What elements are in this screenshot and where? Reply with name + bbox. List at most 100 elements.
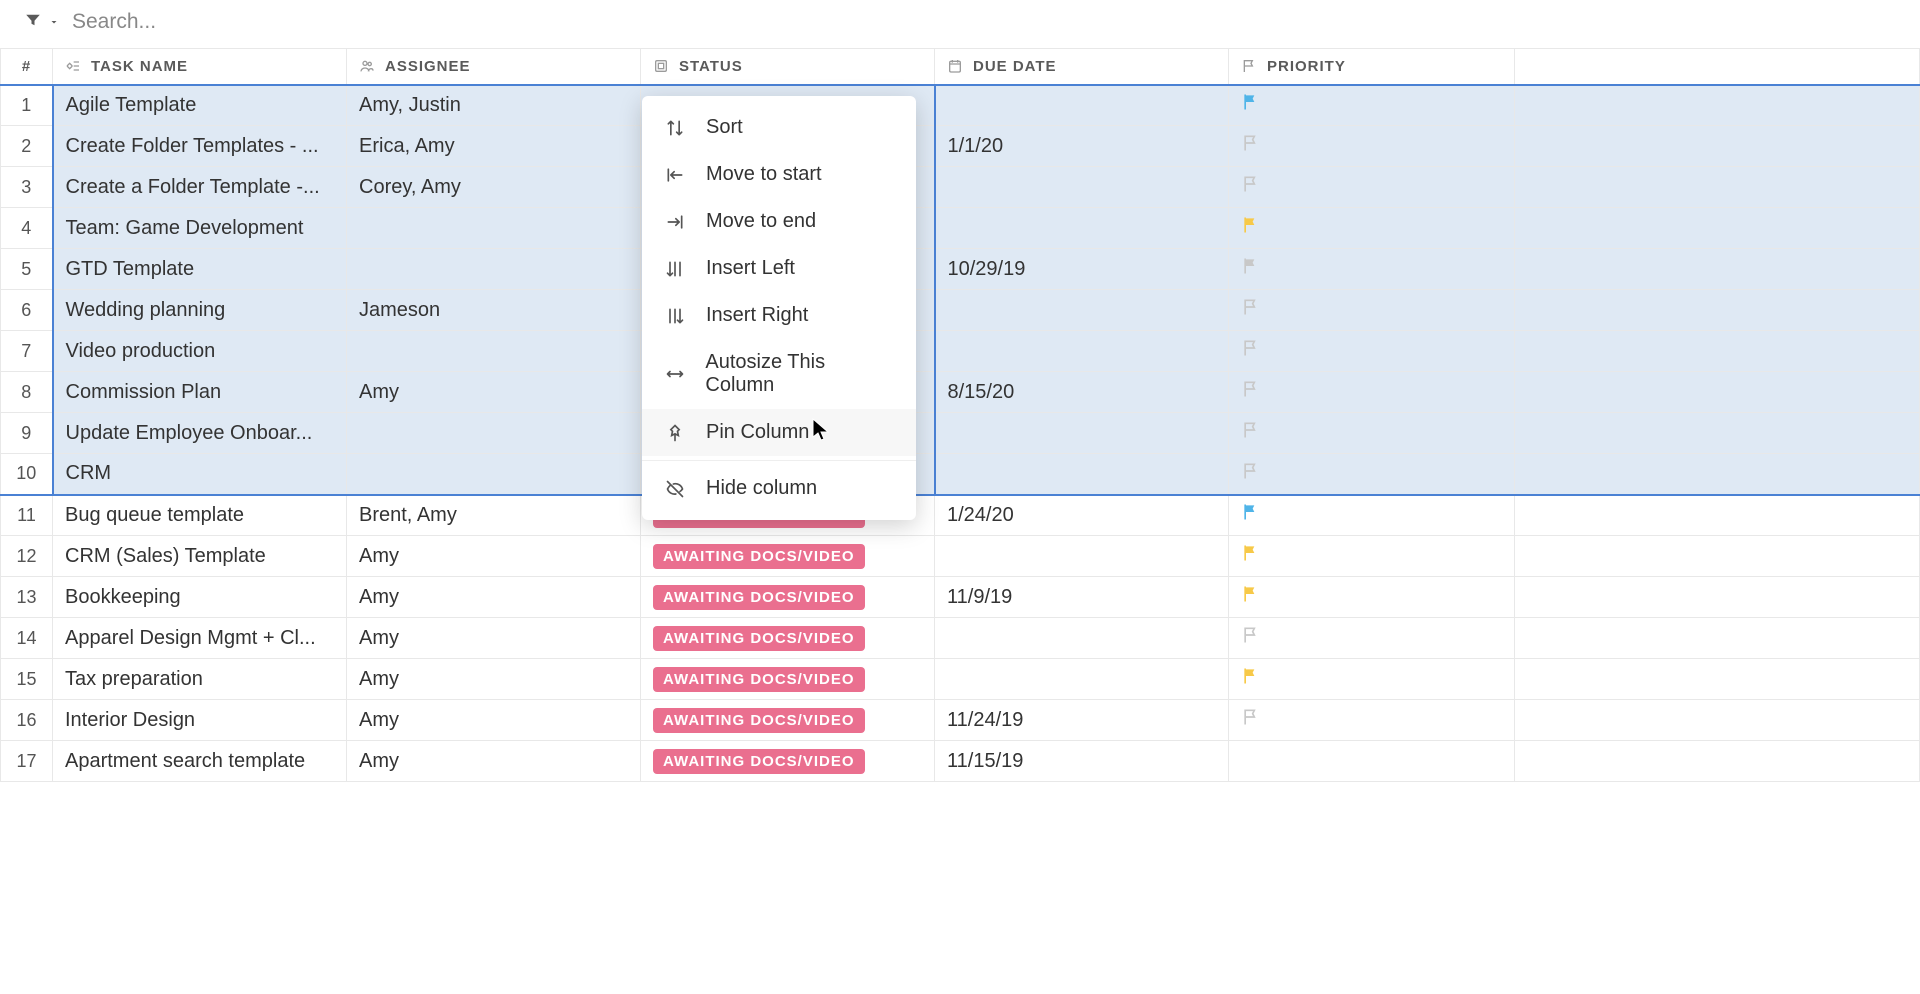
search-input[interactable] <box>72 10 1904 34</box>
row-number[interactable]: 17 <box>1 741 53 782</box>
due-date-cell[interactable] <box>935 167 1229 208</box>
priority-cell[interactable] <box>1229 290 1515 331</box>
assignee-cell[interactable]: Amy <box>347 372 641 413</box>
task-name-cell[interactable]: GTD Template <box>53 249 347 290</box>
row-number[interactable]: 6 <box>1 290 53 331</box>
context-menu-item-insert-right[interactable]: Insert Right <box>642 292 916 339</box>
filter-button[interactable] <box>24 11 60 34</box>
priority-cell[interactable] <box>1229 536 1515 577</box>
priority-cell[interactable] <box>1229 372 1515 413</box>
context-menu-item-pin[interactable]: Pin Column <box>642 409 916 456</box>
task-name-cell[interactable]: CRM <box>53 454 347 495</box>
column-header-number[interactable]: # <box>1 49 53 85</box>
table-row[interactable]: 7Video production <box>1 331 1920 372</box>
status-cell[interactable]: AWAITING DOCS/VIDEO <box>641 659 935 700</box>
assignee-cell[interactable]: Amy, Justin <box>347 85 641 126</box>
assignee-cell[interactable]: Corey, Amy <box>347 167 641 208</box>
assignee-cell[interactable]: Amy <box>347 618 641 659</box>
assignee-cell[interactable]: Amy <box>347 700 641 741</box>
task-name-cell[interactable]: Create a Folder Template -... <box>53 167 347 208</box>
row-number[interactable]: 5 <box>1 249 53 290</box>
column-header-priority[interactable]: PRIORITY <box>1229 49 1515 85</box>
status-cell[interactable]: AWAITING DOCS/VIDEO <box>641 618 935 659</box>
due-date-cell[interactable]: 11/15/19 <box>935 741 1229 782</box>
due-date-cell[interactable] <box>935 331 1229 372</box>
priority-cell[interactable] <box>1229 495 1515 536</box>
column-header-task[interactable]: TASK NAME <box>53 49 347 85</box>
table-row[interactable]: 11Bug queue templateBrent, AmyAWAITING D… <box>1 495 1920 536</box>
assignee-cell[interactable]: Amy <box>347 577 641 618</box>
table-row[interactable]: 10CRM <box>1 454 1920 495</box>
assignee-cell[interactable]: Erica, Amy <box>347 126 641 167</box>
assignee-cell[interactable] <box>347 249 641 290</box>
row-number[interactable]: 4 <box>1 208 53 249</box>
due-date-cell[interactable]: 1/1/20 <box>935 126 1229 167</box>
status-cell[interactable]: AWAITING DOCS/VIDEO <box>641 700 935 741</box>
due-date-cell[interactable] <box>935 85 1229 126</box>
table-row[interactable]: 5GTD Template 10/29/19 <box>1 249 1920 290</box>
row-number[interactable]: 9 <box>1 413 53 454</box>
table-row[interactable]: 14Apparel Design Mgmt + Cl...AmyAWAITING… <box>1 618 1920 659</box>
priority-cell[interactable] <box>1229 700 1515 741</box>
assignee-cell[interactable] <box>347 413 641 454</box>
row-number[interactable]: 1 <box>1 85 53 126</box>
context-menu-item-insert-left[interactable]: Insert Left <box>642 245 916 292</box>
context-menu-item-move-end[interactable]: Move to end <box>642 198 916 245</box>
row-number[interactable]: 10 <box>1 454 53 495</box>
priority-cell[interactable] <box>1229 741 1515 782</box>
table-row[interactable]: 8Commission PlanAmy8/15/20 <box>1 372 1920 413</box>
column-header-due[interactable]: DUE DATE <box>935 49 1229 85</box>
priority-cell[interactable] <box>1229 618 1515 659</box>
context-menu-item-hide[interactable]: Hide column <box>642 465 916 512</box>
priority-cell[interactable] <box>1229 126 1515 167</box>
table-row[interactable]: 3Create a Folder Template -...Corey, Amy <box>1 167 1920 208</box>
row-number[interactable]: 7 <box>1 331 53 372</box>
priority-cell[interactable] <box>1229 659 1515 700</box>
table-row[interactable]: 2Create Folder Templates - ...Erica, Amy… <box>1 126 1920 167</box>
task-name-cell[interactable]: Team: Game Development <box>53 208 347 249</box>
row-number[interactable]: 2 <box>1 126 53 167</box>
row-number[interactable]: 3 <box>1 167 53 208</box>
assignee-cell[interactable] <box>347 208 641 249</box>
priority-cell[interactable] <box>1229 249 1515 290</box>
due-date-cell[interactable] <box>935 290 1229 331</box>
row-number[interactable]: 11 <box>1 495 53 536</box>
table-row[interactable]: 6Wedding planningJameson <box>1 290 1920 331</box>
row-number[interactable]: 13 <box>1 577 53 618</box>
priority-cell[interactable] <box>1229 331 1515 372</box>
task-name-cell[interactable]: Video production <box>53 331 347 372</box>
row-number[interactable]: 14 <box>1 618 53 659</box>
priority-cell[interactable] <box>1229 85 1515 126</box>
assignee-cell[interactable] <box>347 454 641 495</box>
due-date-cell[interactable] <box>935 659 1229 700</box>
table-row[interactable]: 1Agile TemplateAmy, Justin <box>1 85 1920 126</box>
task-name-cell[interactable]: Bug queue template <box>53 495 347 536</box>
priority-cell[interactable] <box>1229 454 1515 495</box>
table-row[interactable]: 12CRM (Sales) TemplateAmyAWAITING DOCS/V… <box>1 536 1920 577</box>
table-row[interactable]: 9Update Employee Onboar... <box>1 413 1920 454</box>
assignee-cell[interactable]: Amy <box>347 536 641 577</box>
assignee-cell[interactable]: Amy <box>347 659 641 700</box>
due-date-cell[interactable]: 11/24/19 <box>935 700 1229 741</box>
status-cell[interactable]: AWAITING DOCS/VIDEO <box>641 741 935 782</box>
column-header-assignee[interactable]: ASSIGNEE <box>347 49 641 85</box>
task-name-cell[interactable]: Commission Plan <box>53 372 347 413</box>
priority-cell[interactable] <box>1229 167 1515 208</box>
row-number[interactable]: 15 <box>1 659 53 700</box>
row-number[interactable]: 8 <box>1 372 53 413</box>
task-name-cell[interactable]: Wedding planning <box>53 290 347 331</box>
row-number[interactable]: 12 <box>1 536 53 577</box>
row-number[interactable]: 16 <box>1 700 53 741</box>
task-name-cell[interactable]: Agile Template <box>53 85 347 126</box>
assignee-cell[interactable] <box>347 331 641 372</box>
table-row[interactable]: 16Interior DesignAmyAWAITING DOCS/VIDEO1… <box>1 700 1920 741</box>
priority-cell[interactable] <box>1229 208 1515 249</box>
due-date-cell[interactable] <box>935 454 1229 495</box>
status-cell[interactable]: AWAITING DOCS/VIDEO <box>641 577 935 618</box>
column-header-status[interactable]: STATUS <box>641 49 935 85</box>
due-date-cell[interactable]: 10/29/19 <box>935 249 1229 290</box>
due-date-cell[interactable] <box>935 413 1229 454</box>
due-date-cell[interactable]: 11/9/19 <box>935 577 1229 618</box>
status-cell[interactable]: AWAITING DOCS/VIDEO <box>641 536 935 577</box>
task-name-cell[interactable]: Update Employee Onboar... <box>53 413 347 454</box>
